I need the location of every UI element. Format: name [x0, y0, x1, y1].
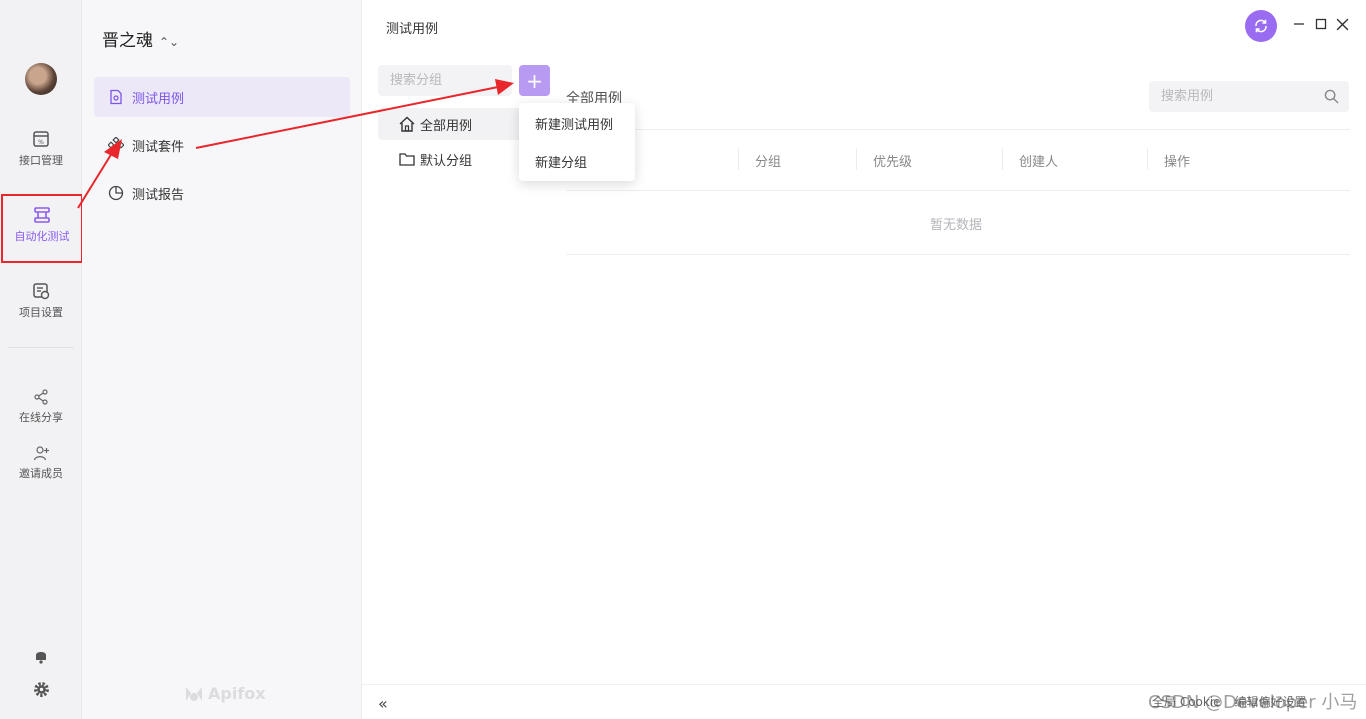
settings-button[interactable] — [0, 681, 82, 702]
api-doc-icon: % — [33, 131, 49, 147]
chevron-updown-icon: ⌃⌄ — [159, 35, 180, 49]
bell-icon — [36, 652, 46, 664]
rail-item-automation[interactable]: 自动化测试 — [1, 194, 83, 263]
test-case-icon — [110, 89, 122, 105]
minimize-icon — [1294, 23, 1304, 25]
column-separator — [1002, 148, 1003, 170]
footer-divider — [362, 684, 1366, 685]
divider — [566, 254, 1350, 255]
rail-divider — [8, 347, 74, 348]
divider — [566, 129, 1350, 130]
sidebar-item-test-suites[interactable]: 测试套件 — [94, 125, 350, 165]
collapse-sidebar-button[interactable]: « — [378, 694, 388, 713]
page-title: 测试用例 — [386, 22, 439, 37]
group-search-input[interactable] — [378, 65, 512, 96]
rail-item-project-settings[interactable]: 项目设置 — [0, 282, 82, 320]
sidebar-item-test-reports[interactable]: 测试报告 — [94, 173, 350, 213]
column-header-actions: 操作 — [1164, 155, 1191, 170]
column-separator — [1147, 148, 1148, 170]
apifox-logo-icon — [186, 686, 202, 701]
search-icon[interactable] — [1324, 89, 1339, 104]
column-separator — [738, 148, 739, 170]
sidebar-item-label: 测试套件 — [132, 139, 185, 155]
left-rail: % 接口管理 自动化测试 项目设置 在线分享 邀请成员 — [0, 0, 83, 719]
gear-icon — [33, 682, 49, 697]
rail-item-label: 在线分享 — [19, 411, 63, 424]
project-name: 晋之魂 — [102, 31, 153, 51]
sidebar-item-label: 测试报告 — [132, 187, 185, 203]
add-button[interactable]: + — [519, 65, 550, 96]
minimize-button[interactable] — [1291, 16, 1307, 32]
maximize-icon — [1315, 18, 1327, 30]
svg-text:%: % — [38, 139, 44, 146]
rail-item-label: 自动化测试 — [14, 230, 70, 243]
case-search-input[interactable] — [1149, 81, 1349, 112]
main-panel: 测试用例 + 全部用例 默认分组 全部用例 名称 分组 优先级 创建人 操作 暂… — [362, 0, 1366, 719]
sync-button[interactable] — [1245, 10, 1277, 42]
sidebar-item-label: 测试用例 — [132, 91, 185, 107]
home-icon — [399, 116, 415, 132]
tree-item-all-cases[interactable]: 全部用例 — [378, 108, 538, 140]
maximize-button[interactable] — [1313, 16, 1329, 32]
rail-item-api[interactable]: % 接口管理 — [0, 130, 82, 168]
column-separator — [856, 148, 857, 170]
tree-item-label: 全部用例 — [420, 118, 473, 134]
sync-icon — [1255, 19, 1267, 33]
add-dropdown-menu: 新建测试用例 新建分组 — [519, 103, 635, 181]
project-switcher[interactable]: 晋之魂 ⌃⌄ — [102, 26, 179, 51]
close-button[interactable] — [1334, 16, 1350, 32]
watermark: CSDN @Developer 小马 — [1148, 692, 1358, 713]
test-report-icon — [108, 185, 124, 201]
rail-item-label: 项目设置 — [19, 306, 63, 319]
invite-member-icon — [33, 446, 49, 461]
project-sidebar: 晋之魂 ⌃⌄ 测试用例 测试套件 测试报告 Apifox — [82, 0, 362, 719]
column-header-creator: 创建人 — [1019, 155, 1059, 170]
column-header-priority: 优先级 — [873, 155, 913, 170]
brand-name: Apifox — [208, 684, 266, 703]
project-settings-icon — [33, 283, 50, 300]
sidebar-item-test-cases[interactable]: 测试用例 — [94, 77, 350, 117]
tree-item-default-group[interactable]: 默认分组 — [378, 143, 538, 175]
menu-item-new-group[interactable]: 新建分组 — [535, 152, 587, 171]
column-header-group: 分组 — [755, 155, 782, 170]
menu-item-new-test-case[interactable]: 新建测试用例 — [535, 114, 613, 133]
automation-icon — [34, 207, 50, 223]
empty-state-text: 暂无数据 — [930, 218, 983, 233]
brand-logo: Apifox — [184, 684, 266, 703]
tree-item-label: 默认分组 — [420, 153, 473, 169]
test-suite-icon — [108, 137, 124, 153]
rail-item-share[interactable]: 在线分享 — [0, 389, 82, 425]
rail-item-label: 邀请成员 — [19, 467, 63, 480]
notification-button[interactable] — [0, 648, 82, 668]
rail-item-label: 接口管理 — [19, 154, 63, 167]
share-icon — [34, 389, 48, 405]
close-icon — [1336, 18, 1348, 30]
folder-icon — [399, 153, 415, 166]
rail-item-invite[interactable]: 邀请成员 — [0, 445, 82, 481]
divider — [566, 190, 1350, 191]
avatar[interactable] — [25, 63, 57, 95]
